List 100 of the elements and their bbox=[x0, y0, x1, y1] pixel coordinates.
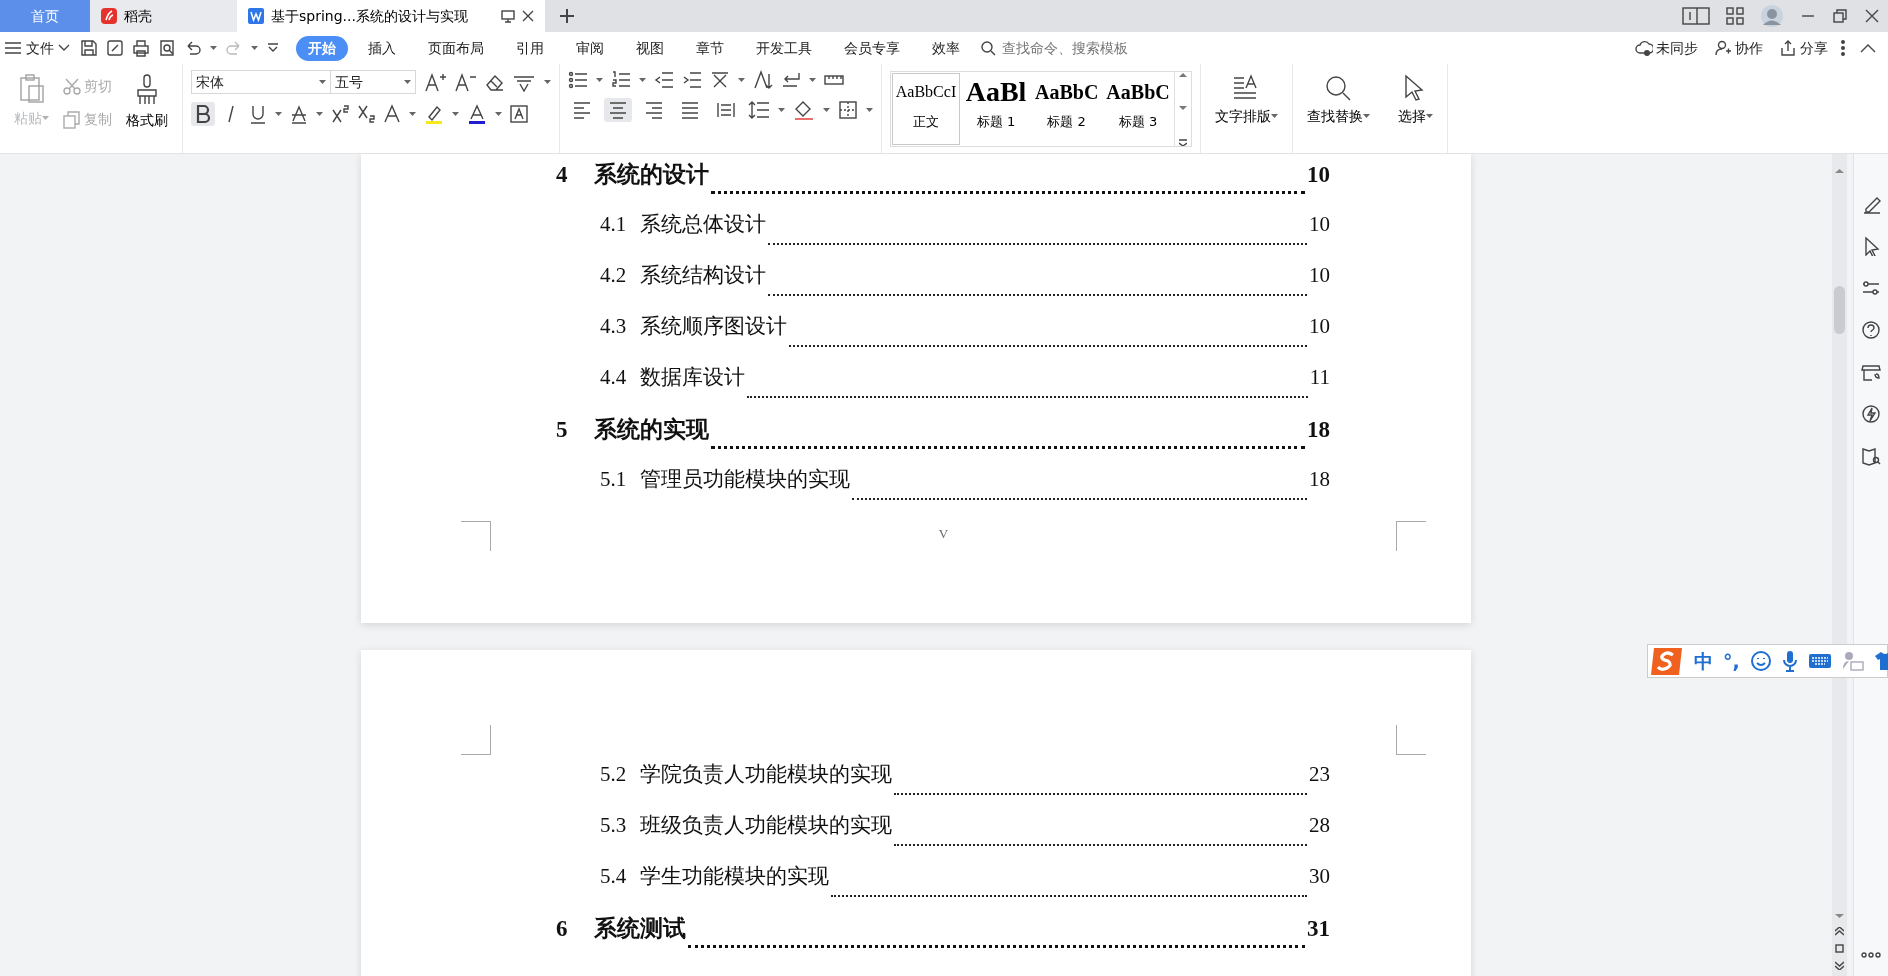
ribbon-tab[interactable]: 视图 bbox=[624, 35, 676, 61]
underline-icon[interactable] bbox=[249, 104, 267, 124]
bold-button[interactable] bbox=[191, 102, 215, 126]
ribbon-tab[interactable]: 会员专享 bbox=[832, 35, 912, 61]
menu-icon[interactable] bbox=[4, 41, 22, 55]
input-method-logo-icon[interactable] bbox=[1650, 645, 1684, 677]
style-option[interactable]: AaBbCcI 正文 bbox=[891, 72, 961, 146]
toolbar-button[interactable]: 协作 bbox=[1710, 35, 1767, 61]
dropdown-caret-icon[interactable] bbox=[316, 111, 323, 117]
document-tab[interactable]: 稻壳 bbox=[90, 0, 237, 32]
align-button[interactable] bbox=[604, 98, 632, 122]
scroll-up-icon[interactable] bbox=[1835, 168, 1844, 174]
dropdown-caret-icon[interactable] bbox=[866, 107, 873, 113]
dropdown-caret-icon[interactable] bbox=[596, 77, 603, 83]
toolbar-button[interactable]: 文字排版 bbox=[1208, 70, 1284, 147]
search-icon[interactable] bbox=[980, 40, 996, 56]
font-color-icon[interactable] bbox=[467, 104, 487, 124]
search-field[interactable]: 查找命令、搜索模板 bbox=[980, 36, 1180, 60]
scroll-down-icon[interactable] bbox=[1835, 913, 1844, 919]
save-icon[interactable] bbox=[80, 39, 98, 57]
reading-mode-icon[interactable] bbox=[1682, 7, 1710, 25]
increase-indent-icon[interactable] bbox=[682, 70, 702, 90]
dropdown-caret-icon[interactable] bbox=[404, 79, 411, 85]
shading-icon[interactable] bbox=[793, 100, 815, 120]
vertical-scrollbar[interactable] bbox=[1832, 154, 1847, 976]
ribbon-tab[interactable]: 页面布局 bbox=[416, 35, 496, 61]
strikethrough-icon[interactable] bbox=[290, 104, 308, 124]
ribbon-tab[interactable]: 效率 bbox=[920, 35, 972, 61]
subscript-icon[interactable] bbox=[357, 104, 375, 124]
superscript-icon[interactable] bbox=[331, 104, 349, 124]
dropdown-caret-icon[interactable] bbox=[1425, 114, 1433, 119]
eraser-icon[interactable] bbox=[484, 72, 504, 92]
file-menu[interactable]: 文件 bbox=[22, 35, 58, 61]
document-tab[interactable]: 基于spring...系统的设计与实现 bbox=[237, 0, 545, 32]
decrease-font-size-icon[interactable] bbox=[454, 72, 476, 92]
font-name-field[interactable]: 宋体 bbox=[191, 70, 331, 94]
dropdown-caret-icon[interactable] bbox=[738, 77, 745, 83]
highlight-icon[interactable] bbox=[424, 104, 444, 124]
input-mode-toggle[interactable]: 中 bbox=[1694, 646, 1713, 676]
format-painter-button[interactable]: 格式刷 bbox=[120, 70, 174, 147]
toolbar-button[interactable]: 选择 bbox=[1391, 70, 1439, 147]
line-spacing-icon[interactable] bbox=[748, 100, 770, 120]
punctuation-toggle[interactable]: °, bbox=[1723, 646, 1740, 676]
ribbon-tab[interactable]: 章节 bbox=[684, 35, 736, 61]
sort-icon[interactable] bbox=[753, 70, 773, 90]
dropdown-caret-icon[interactable] bbox=[409, 111, 416, 117]
expand-gallery-icon[interactable] bbox=[1178, 138, 1187, 146]
close-icon[interactable] bbox=[1864, 8, 1880, 24]
toolbar-button[interactable]: 未同步 bbox=[1631, 35, 1702, 61]
font-size-field[interactable]: 五号 bbox=[330, 70, 416, 94]
next-page-icon[interactable] bbox=[1835, 961, 1844, 970]
dropdown-caret-icon[interactable] bbox=[251, 45, 258, 51]
numbered-list-icon[interactable] bbox=[611, 70, 631, 90]
scrollbar-thumb[interactable] bbox=[1834, 286, 1845, 334]
character-shading-icon[interactable] bbox=[510, 105, 528, 123]
dropdown-caret-icon[interactable] bbox=[1362, 114, 1370, 119]
keyboard-icon[interactable] bbox=[1807, 652, 1832, 670]
book-search-icon[interactable] bbox=[1861, 446, 1881, 466]
bullet-list-icon[interactable] bbox=[568, 70, 588, 90]
borders-icon[interactable] bbox=[838, 100, 858, 120]
dropdown-caret-icon[interactable] bbox=[210, 45, 217, 51]
text-effect-icon[interactable] bbox=[383, 104, 401, 124]
emoji-icon[interactable] bbox=[1749, 650, 1772, 672]
select-browse-icon[interactable] bbox=[1835, 944, 1844, 953]
help-icon[interactable] bbox=[1861, 320, 1881, 340]
dropdown-caret-icon[interactable] bbox=[639, 77, 646, 83]
dropdown-caret-icon[interactable] bbox=[319, 79, 326, 85]
ribbon-tab[interactable]: 审阅 bbox=[564, 35, 616, 61]
dropdown-caret-icon[interactable] bbox=[778, 107, 785, 113]
ribbon-tab[interactable]: 引用 bbox=[504, 35, 556, 61]
monitor-icon[interactable] bbox=[501, 9, 515, 23]
collapse-ribbon-icon[interactable] bbox=[1860, 43, 1876, 53]
print-icon[interactable] bbox=[132, 39, 150, 57]
dropdown-caret-icon[interactable] bbox=[823, 107, 830, 113]
new-tab-plus-icon[interactable] bbox=[559, 8, 575, 24]
more-icon[interactable] bbox=[1861, 952, 1881, 958]
scroll-up-icon[interactable] bbox=[1178, 72, 1187, 78]
ribbon-tab[interactable]: 开发工具 bbox=[744, 35, 824, 61]
ribbon-tab[interactable]: 插入 bbox=[356, 35, 408, 61]
increase-font-size-icon[interactable] bbox=[424, 72, 446, 92]
dropdown-caret-icon[interactable] bbox=[452, 111, 459, 117]
dropdown-caret-icon[interactable] bbox=[1270, 114, 1278, 119]
close-icon[interactable] bbox=[521, 9, 535, 23]
grid-icon[interactable] bbox=[1726, 7, 1744, 25]
toolbar-button[interactable]: 分享 bbox=[1775, 35, 1832, 61]
scroll-down-icon[interactable] bbox=[1178, 105, 1187, 111]
store-icon[interactable] bbox=[1861, 362, 1881, 382]
restore-icon[interactable] bbox=[1832, 8, 1848, 24]
print-preview-icon[interactable] bbox=[158, 39, 176, 57]
dropdown-caret-icon[interactable] bbox=[544, 79, 551, 85]
microphone-icon[interactable] bbox=[1781, 650, 1798, 672]
dropdown-caret-icon[interactable] bbox=[58, 44, 70, 52]
previous-page-icon[interactable] bbox=[1835, 927, 1844, 936]
dropdown-caret-icon[interactable] bbox=[275, 111, 282, 117]
sliders-icon[interactable] bbox=[1861, 278, 1881, 298]
lightning-icon[interactable] bbox=[1861, 404, 1881, 424]
dropdown-caret-icon[interactable] bbox=[495, 111, 502, 117]
toolbar-button[interactable]: 查找替换 bbox=[1300, 70, 1376, 147]
decrease-indent-icon[interactable] bbox=[654, 70, 674, 90]
dropdown-caret-icon[interactable] bbox=[809, 77, 816, 83]
